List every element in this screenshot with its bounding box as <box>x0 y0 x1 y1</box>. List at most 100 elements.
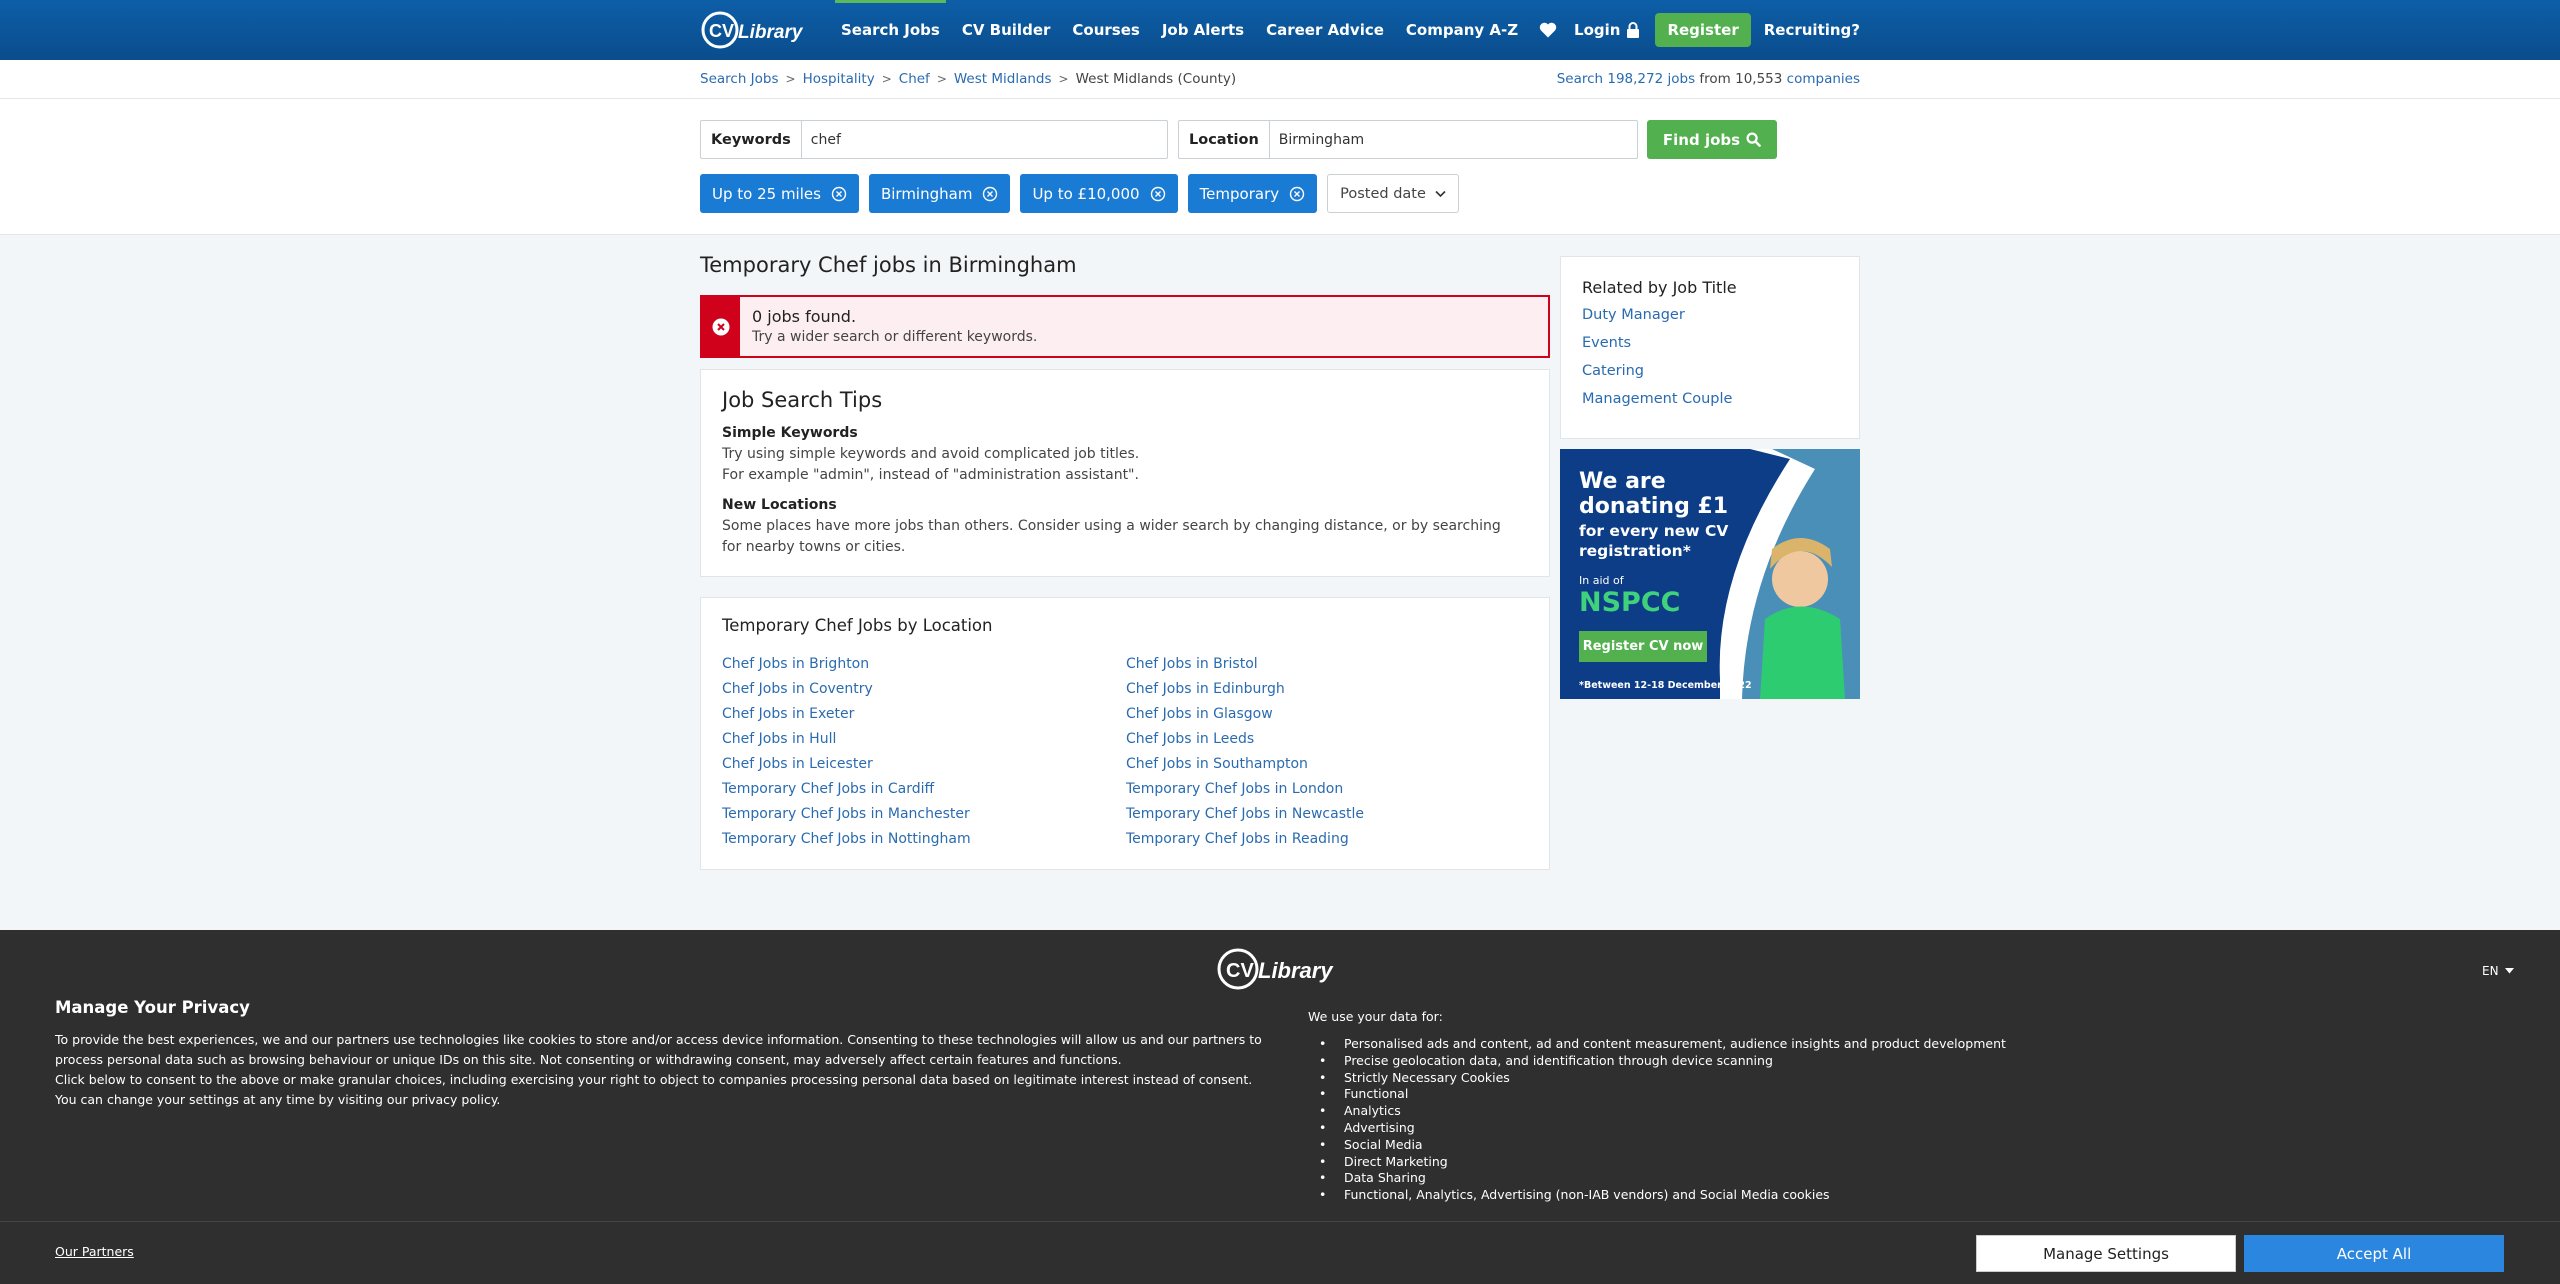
purpose-item: Social Media <box>1308 1137 2006 1154</box>
chevron-down-icon <box>1435 190 1446 197</box>
nav-search-jobs[interactable]: Search Jobs <box>835 0 946 60</box>
cv-library-logo[interactable]: CV Library <box>700 9 812 51</box>
active-filters: Up to 25 miles Birmingham Up to £10,000 … <box>700 174 1459 213</box>
related-link-duty-manager[interactable]: Duty Manager <box>1582 307 1685 323</box>
login-label: Login <box>1574 21 1621 39</box>
location-link[interactable]: Temporary Chef Jobs in London <box>1126 779 1530 800</box>
filter-chip-label: Temporary <box>1199 184 1280 203</box>
chevron-right-icon: > <box>936 72 947 86</box>
breadcrumb-hospitality[interactable]: Hospitality <box>803 71 875 87</box>
jobs-by-location-card: Temporary Chef Jobs by Location Chef Job… <box>700 597 1550 870</box>
ad-line-1: We are <box>1579 469 1666 494</box>
location-link[interactable]: Chef Jobs in Leeds <box>1126 729 1530 750</box>
manage-settings-button[interactable]: Manage Settings <box>1976 1235 2236 1272</box>
filter-chip-label: Birmingham <box>880 184 973 203</box>
related-link-management-couple[interactable]: Management Couple <box>1582 391 1732 407</box>
location-link[interactable]: Temporary Chef Jobs in Nottingham <box>722 829 1126 850</box>
filter-chip-salary[interactable]: Up to £10,000 <box>1020 174 1178 213</box>
ad-register-cv-button[interactable]: Register CV now <box>1579 631 1707 662</box>
close-circle-icon[interactable] <box>831 186 847 202</box>
purpose-item: Functional <box>1308 1086 2006 1103</box>
location-link[interactable]: Temporary Chef Jobs in Cardiff <box>722 779 1126 800</box>
svg-text:Library: Library <box>738 22 804 43</box>
nav-job-alerts[interactable]: Job Alerts <box>1162 0 1244 60</box>
location-link[interactable]: Chef Jobs in Glasgow <box>1126 704 1530 725</box>
login-link[interactable]: Login <box>1574 21 1640 39</box>
close-circle-icon[interactable] <box>1289 186 1305 202</box>
main-nav: Search Jobs CV Builder Courses Job Alert… <box>835 0 1540 60</box>
keywords-input[interactable] <box>801 121 1167 158</box>
filter-chip-location[interactable]: Birmingham <box>868 174 1011 213</box>
location-link[interactable]: Chef Jobs in Bristol <box>1126 654 1530 675</box>
header-account-area: Login Register Recruiting? <box>1539 0 1860 60</box>
posted-date-dropdown[interactable]: Posted date <box>1327 174 1459 213</box>
nspcc-advert[interactable]: We are donating £1 for every new CV regist… <box>1560 449 1860 699</box>
close-circle-icon[interactable] <box>982 186 998 202</box>
location-link[interactable]: Chef Jobs in Southampton <box>1126 754 1530 775</box>
purposes-list: Personalised ads and content, ad and con… <box>1308 1036 2006 1204</box>
job-count-summary: Search 198,272 jobs from 10,553 companie… <box>1557 71 1860 87</box>
related-link-catering[interactable]: Catering <box>1582 363 1644 379</box>
ad-aid: In aid of <box>1579 574 1624 587</box>
job-count-companies-number: 10,553 <box>1735 71 1783 87</box>
ad-line-3: for every new CV <box>1579 522 1729 540</box>
location-link[interactable]: Chef Jobs in Hull <box>722 729 1126 750</box>
location-link[interactable]: Chef Jobs in Leicester <box>722 754 1126 775</box>
alert-text: Try a wider search or different keywords… <box>752 329 1038 345</box>
location-link[interactable]: Temporary Chef Jobs in Newcastle <box>1126 804 1530 825</box>
accept-all-button[interactable]: Accept All <box>2244 1235 2504 1272</box>
ad-headline: We are donating £1 <box>1579 469 1728 519</box>
top-navigation-bar: CV Library Search Jobs CV Builder Course… <box>0 0 2560 60</box>
no-results-alert: 0 jobs found. Try a wider search or diff… <box>700 295 1550 358</box>
nav-courses[interactable]: Courses <box>1072 0 1139 60</box>
job-count-jobs[interactable]: 198,272 jobs <box>1607 71 1695 87</box>
purpose-item: Personalised ads and content, ad and con… <box>1308 1036 2006 1053</box>
job-count-companies[interactable]: companies <box>1787 71 1860 87</box>
purpose-item: Functional, Analytics, Advertising (non-… <box>1308 1187 2006 1204</box>
child-shirt <box>1760 606 1845 699</box>
locations-title: Temporary Chef Jobs by Location <box>722 616 993 635</box>
recruiting-link[interactable]: Recruiting? <box>1764 21 1860 39</box>
location-link[interactable]: Temporary Chef Jobs in Manchester <box>722 804 1126 825</box>
error-icon <box>712 318 730 335</box>
header-inner: CV Library Search Jobs CV Builder Course… <box>700 0 1860 60</box>
location-link[interactable]: Temporary Chef Jobs in Reading <box>1126 829 1530 850</box>
related-title: Related by Job Title <box>1582 278 1737 297</box>
purpose-item: Precise geolocation data, and identifica… <box>1308 1053 2006 1070</box>
purpose-item: Analytics <box>1308 1103 2006 1120</box>
purpose-item: Strictly Necessary Cookies <box>1308 1070 2006 1087</box>
location-link[interactable]: Chef Jobs in Coventry <box>722 679 1126 700</box>
svg-text:CV: CV <box>709 21 734 41</box>
nav-cv-builder[interactable]: CV Builder <box>962 0 1051 60</box>
search-panel: Keywords Location Find jobs Up to 25 mil… <box>0 99 2560 235</box>
location-input[interactable] <box>1269 121 1637 158</box>
find-jobs-label: Find jobs <box>1662 130 1741 149</box>
breadcrumb-search-jobs[interactable]: Search Jobs <box>700 71 779 87</box>
location-link[interactable]: Chef Jobs in Brighton <box>722 654 1126 675</box>
find-jobs-button[interactable]: Find jobs <box>1647 120 1777 159</box>
location-link[interactable]: Chef Jobs in Edinburgh <box>1126 679 1530 700</box>
purpose-item: Advertising <box>1308 1120 2006 1137</box>
close-circle-icon[interactable] <box>1150 186 1166 202</box>
privacy-text-paragraph-2: Click below to consent to the above or m… <box>55 1072 1253 1107</box>
breadcrumb-chef[interactable]: Chef <box>899 71 930 87</box>
job-count-from: from <box>1699 71 1731 87</box>
related-link-events[interactable]: Events <box>1582 335 1631 351</box>
filter-chip-job-type[interactable]: Temporary <box>1187 174 1318 213</box>
location-field: Location <box>1178 120 1638 159</box>
chevron-right-icon: > <box>785 72 796 86</box>
job-count-prefix[interactable]: Search <box>1557 71 1603 87</box>
heart-icon[interactable] <box>1539 21 1557 39</box>
nav-career-advice[interactable]: Career Advice <box>1266 0 1384 60</box>
breadcrumb-west-midlands[interactable]: West Midlands <box>954 71 1052 87</box>
location-link[interactable]: Chef Jobs in Exeter <box>722 704 1126 725</box>
our-partners-link[interactable]: Our Partners <box>55 1244 134 1259</box>
svg-text:Library: Library <box>1258 958 1334 983</box>
filter-chip-distance[interactable]: Up to 25 miles <box>700 174 859 213</box>
purposes-heading: We use your data for: <box>1308 1009 1443 1024</box>
nav-company-a-z[interactable]: Company A-Z <box>1406 0 1518 60</box>
tips-new-locations-text: Some places have more jobs than others. … <box>722 518 1501 555</box>
language-selector[interactable]: EN <box>2482 964 2514 978</box>
register-button[interactable]: Register <box>1655 13 1751 47</box>
tips-simple-keywords-example: For example "admin", instead of "adminis… <box>722 467 1139 483</box>
